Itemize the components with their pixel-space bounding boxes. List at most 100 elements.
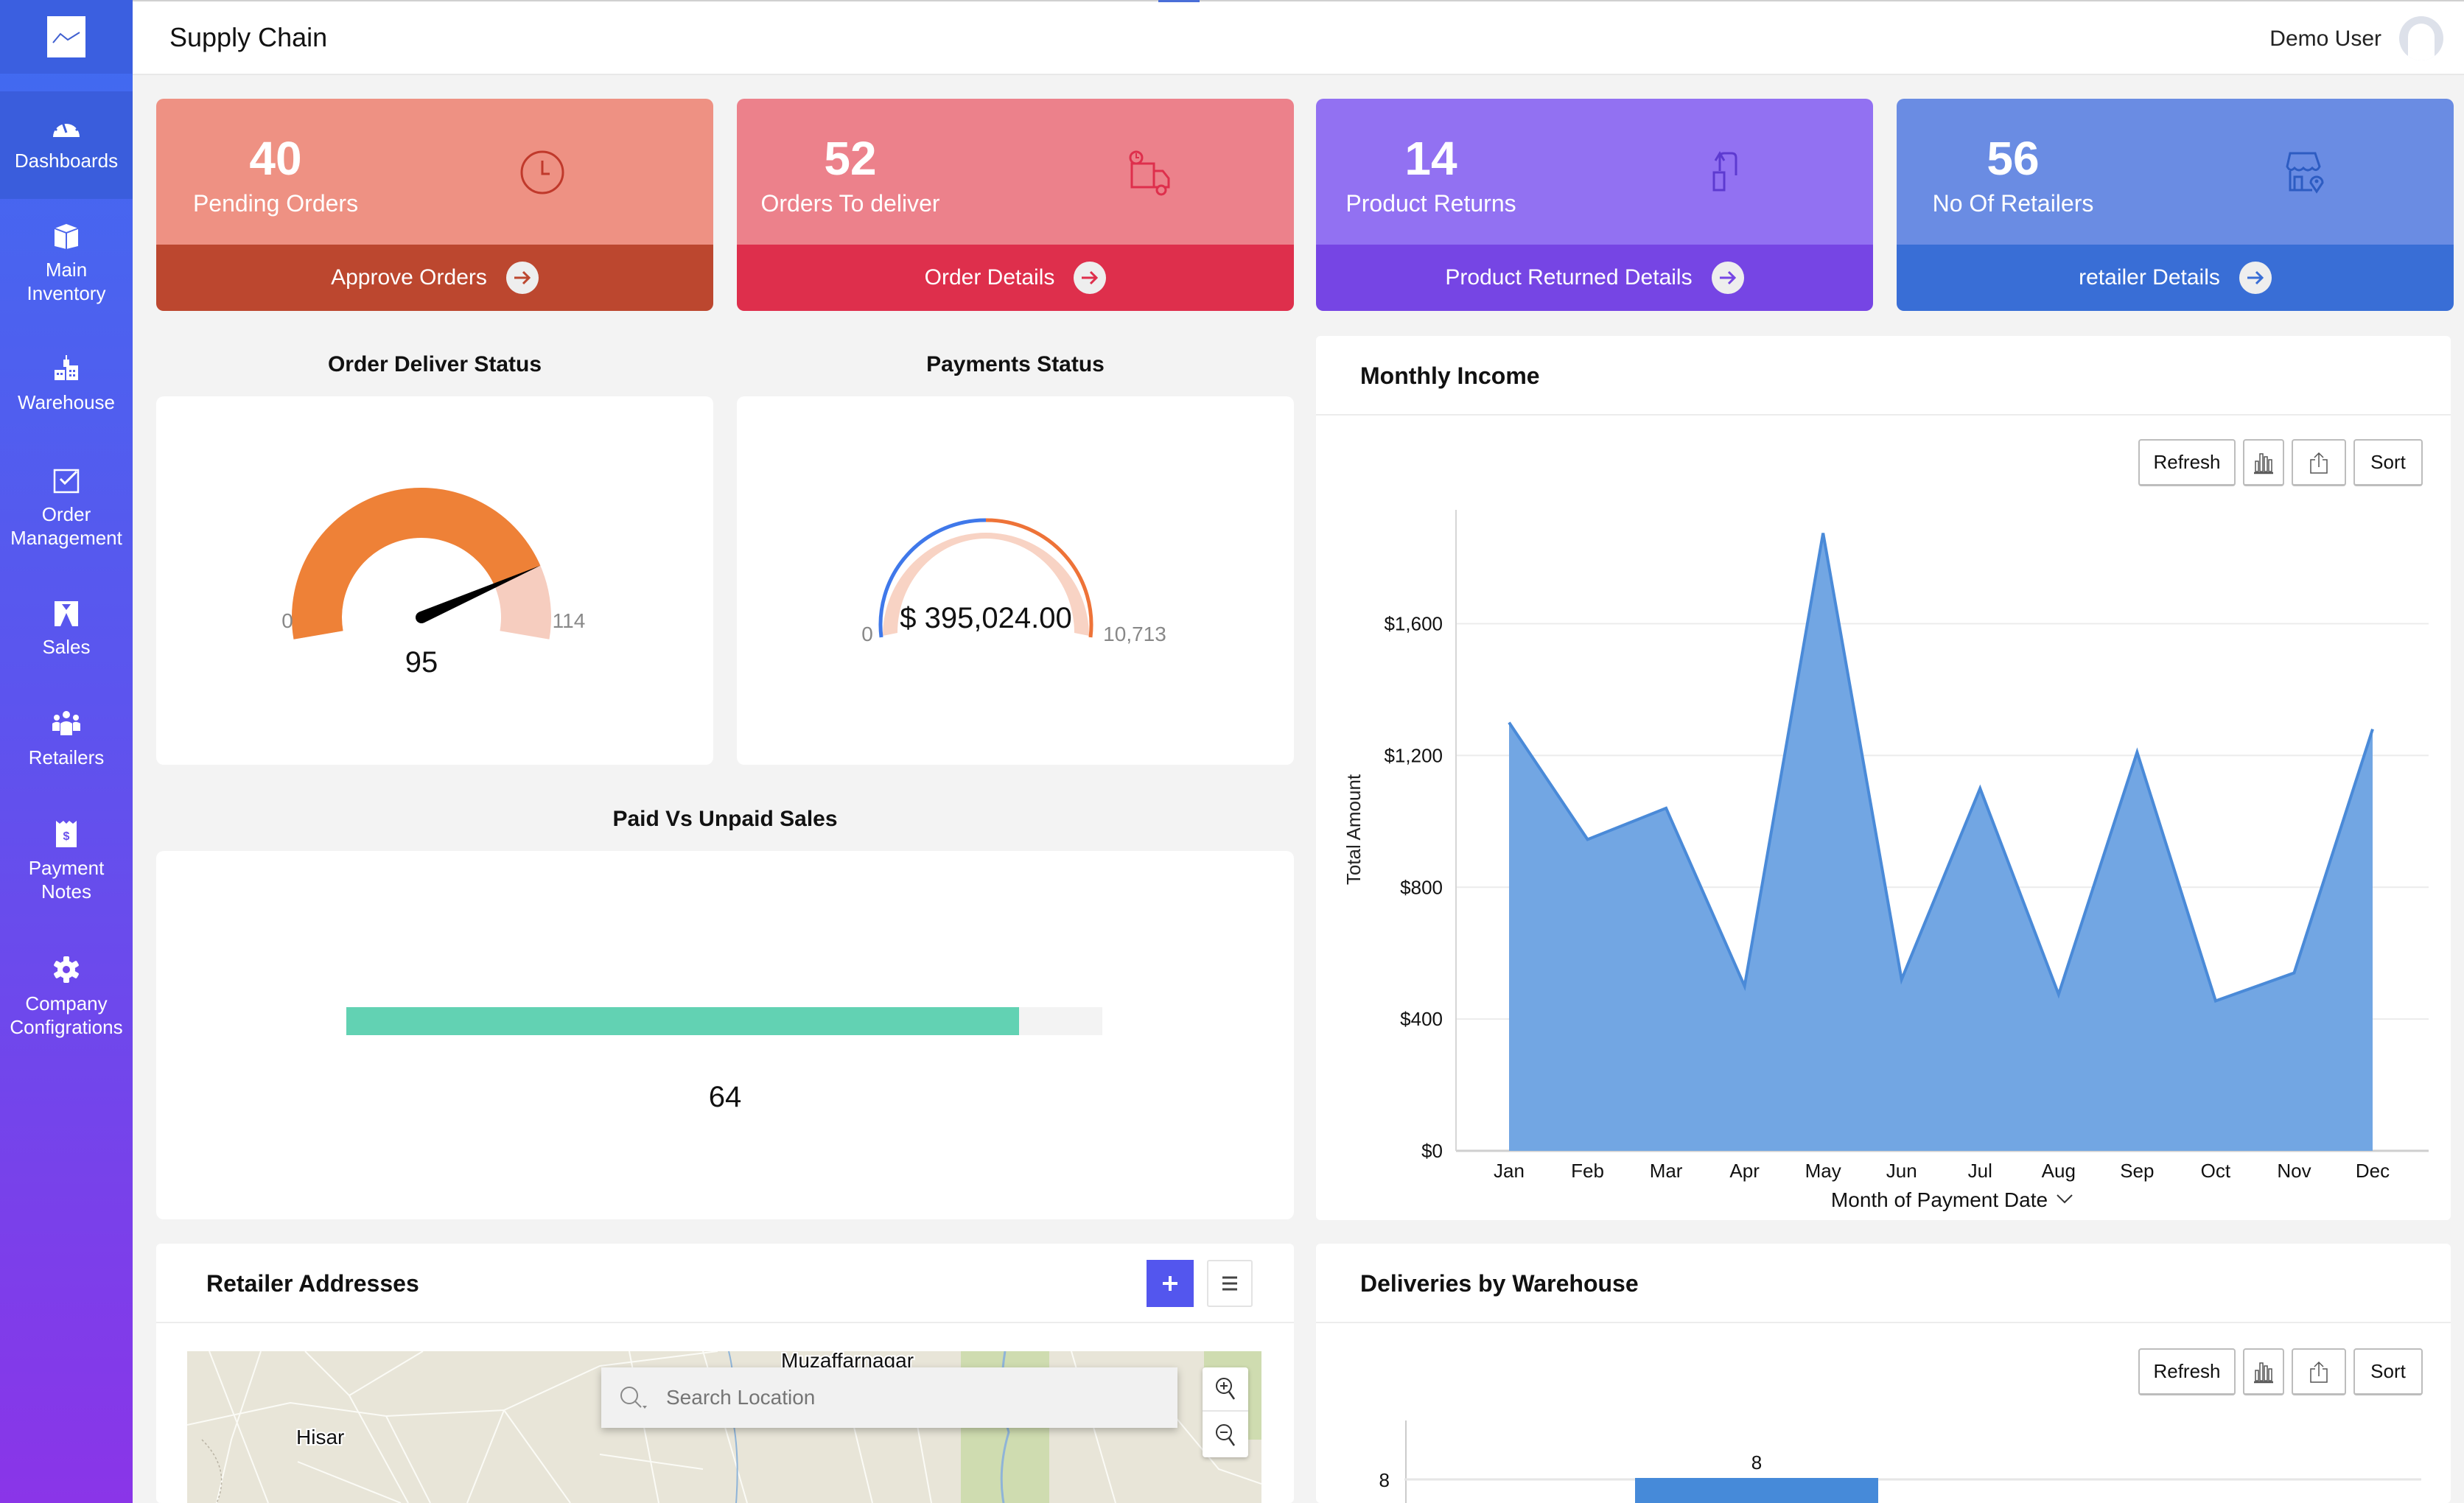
gauge-hub xyxy=(416,612,427,623)
gauge-max-label: 10,713 xyxy=(1103,623,1166,645)
page-title: Supply Chain xyxy=(169,22,328,52)
app-root: Dashboards Main Inventory Warehouse Orde… xyxy=(0,0,2464,1503)
x-tick-label: Oct xyxy=(2201,1160,2231,1182)
zoom-in-icon xyxy=(1216,1378,1236,1400)
sidebar-item-warehouse[interactable]: Warehouse xyxy=(0,354,133,414)
logo-area[interactable] xyxy=(0,0,133,74)
kpi-card-product-returns: 14 Product Returns Product Returned Deta… xyxy=(1316,99,1873,311)
y-tick-label: $0 xyxy=(1421,1140,1443,1162)
kpi-value: 40 xyxy=(249,132,302,185)
x-axis-label[interactable]: Month of Payment Date xyxy=(1831,1188,2048,1211)
product-returned-details-button[interactable]: Product Returned Details xyxy=(1316,245,1873,311)
x-tick-label: Feb xyxy=(1571,1160,1604,1182)
button-label: Product Returned Details xyxy=(1445,265,1693,290)
arrow-right-icon xyxy=(1711,262,1744,294)
trend-line-icon xyxy=(52,32,80,43)
data-point-may[interactable] xyxy=(1819,529,1827,538)
map-search-box xyxy=(601,1367,1177,1428)
sidebar-item-label: Sales xyxy=(42,636,91,658)
data-point-sep[interactable] xyxy=(2132,748,2141,757)
search-icon xyxy=(620,1387,647,1409)
kpi-card-body: 52 Orders To deliver xyxy=(737,99,1294,245)
bar[interactable] xyxy=(1635,1478,1878,1503)
button-label: retailer Details xyxy=(2079,265,2220,290)
svg-text:$: $ xyxy=(63,830,70,843)
kpi-card-body: 14 Product Returns xyxy=(1316,99,1873,245)
kpi-caption: Orders To deliver xyxy=(760,190,940,217)
data-point-aug[interactable] xyxy=(2054,990,2063,999)
kpi-card-body: 40 Pending Orders xyxy=(156,99,713,245)
sidebar-item-label: Retailers xyxy=(28,746,105,768)
data-point-jan[interactable] xyxy=(1505,718,1513,727)
zoom-in-button[interactable] xyxy=(1203,1367,1248,1412)
sidebar-item-label: Warehouse xyxy=(18,391,115,413)
area-fill xyxy=(1509,533,2373,1151)
gauge-min-label: 0 xyxy=(861,623,873,645)
kpi-value: 52 xyxy=(824,132,877,185)
receipt-dollar-icon: $ xyxy=(56,821,77,847)
x-tick-label: Mar xyxy=(1650,1160,1683,1182)
people-icon xyxy=(52,711,80,735)
payments-gauge: 0 10,713 $ 395,024.00 xyxy=(861,518,1166,645)
approve-orders-button[interactable]: Approve Orders xyxy=(156,245,713,311)
kpi-value: 14 xyxy=(1404,132,1457,185)
x-tick-label: Jul xyxy=(1968,1160,1992,1182)
order-check-icon xyxy=(53,469,80,494)
x-tick-label: Apr xyxy=(1729,1160,1760,1182)
kpi-card-body: 56 No Of Retailers xyxy=(1897,99,2454,245)
app-logo[interactable] xyxy=(47,16,85,57)
monthly-income-chart: $0 $400 $800 $1,200 $1,600 Jan Feb Mar Apr May Ju… xyxy=(1343,510,2429,1211)
x-tick-label: Jun xyxy=(1886,1160,1917,1182)
gauge-value-label: 95 xyxy=(405,646,438,679)
sidebar-item-retailers[interactable]: Retailers xyxy=(0,709,133,769)
kpi-caption: Product Returns xyxy=(1345,190,1516,217)
bar-data-label: 8 xyxy=(1751,1451,1762,1474)
sidebar-item-sales[interactable]: Sales xyxy=(0,598,133,659)
sidebar-item-order-management[interactable]: Order Management xyxy=(0,466,133,550)
store-location-icon xyxy=(2286,152,2324,194)
sidebar-item-label: Order Management xyxy=(10,503,122,549)
sidebar-item-main-inventory[interactable]: Main Inventory xyxy=(0,221,133,305)
x-tick-label: Sep xyxy=(2120,1160,2154,1182)
kpi-card-no-of-retailers: 56 No Of Retailers retailer Details xyxy=(1897,99,2454,311)
order-details-button[interactable]: Order Details xyxy=(737,245,1294,311)
order-deliver-status-panel: 0 114 95 xyxy=(156,396,713,765)
chevron-down-icon[interactable] xyxy=(2057,1194,2073,1204)
paid-vs-unpaid-panel: 64 xyxy=(156,851,1294,1219)
warehouse-icon xyxy=(55,355,78,380)
top-bar: Supply Chain Demo User xyxy=(133,0,2464,75)
monthly-income-panel: Monthly Income Refresh Sort $0 $400 $800 $1… xyxy=(1316,336,2451,1220)
add-retailer-button[interactable] xyxy=(1147,1260,1194,1307)
data-point-jun[interactable] xyxy=(1897,975,1906,984)
data-point-dec[interactable] xyxy=(2368,725,2377,734)
data-point-nov[interactable] xyxy=(2289,969,2298,978)
user-name[interactable]: Demo User xyxy=(2269,27,2381,52)
x-tick-label: Jan xyxy=(1494,1160,1525,1182)
y-tick-label: $1,600 xyxy=(1384,613,1443,635)
zoom-out-icon xyxy=(1216,1424,1236,1446)
gauge-min-label: 0 xyxy=(281,609,293,632)
kpi-caption: No Of Retailers xyxy=(1932,190,2094,217)
sidebar-item-label: Dashboards xyxy=(14,150,119,172)
data-point-oct[interactable] xyxy=(2211,997,2220,1006)
kpi-value: 56 xyxy=(1987,132,2040,185)
plus-icon xyxy=(1163,1276,1177,1291)
data-point-feb[interactable] xyxy=(1583,835,1592,844)
arrow-right-icon xyxy=(1074,262,1107,294)
avatar[interactable] xyxy=(2399,16,2443,60)
map-label: Hisar xyxy=(296,1426,344,1448)
zoom-out-button[interactable] xyxy=(1203,1413,1248,1457)
search-location-input[interactable] xyxy=(666,1379,1152,1416)
sidebar-item-company-configrations[interactable]: Company Configrations xyxy=(0,955,133,1039)
sidebar-item-payment-notes[interactable]: $ Payment Notes xyxy=(0,819,133,903)
sidebar-item-dashboards[interactable]: Dashboards xyxy=(0,91,133,199)
button-label: Order Details xyxy=(924,265,1055,290)
retailer-details-button[interactable]: retailer Details xyxy=(1897,245,2454,311)
arrow-right-icon xyxy=(505,262,539,294)
gauge-value-label: $ 395,024.00 xyxy=(900,602,1072,634)
data-point-jul[interactable] xyxy=(1975,784,1984,793)
data-point-apr[interactable] xyxy=(1740,981,1749,990)
menu-button[interactable] xyxy=(1207,1260,1253,1307)
data-point-mar[interactable] xyxy=(1662,804,1670,813)
x-tick-label: Aug xyxy=(2042,1160,2076,1182)
